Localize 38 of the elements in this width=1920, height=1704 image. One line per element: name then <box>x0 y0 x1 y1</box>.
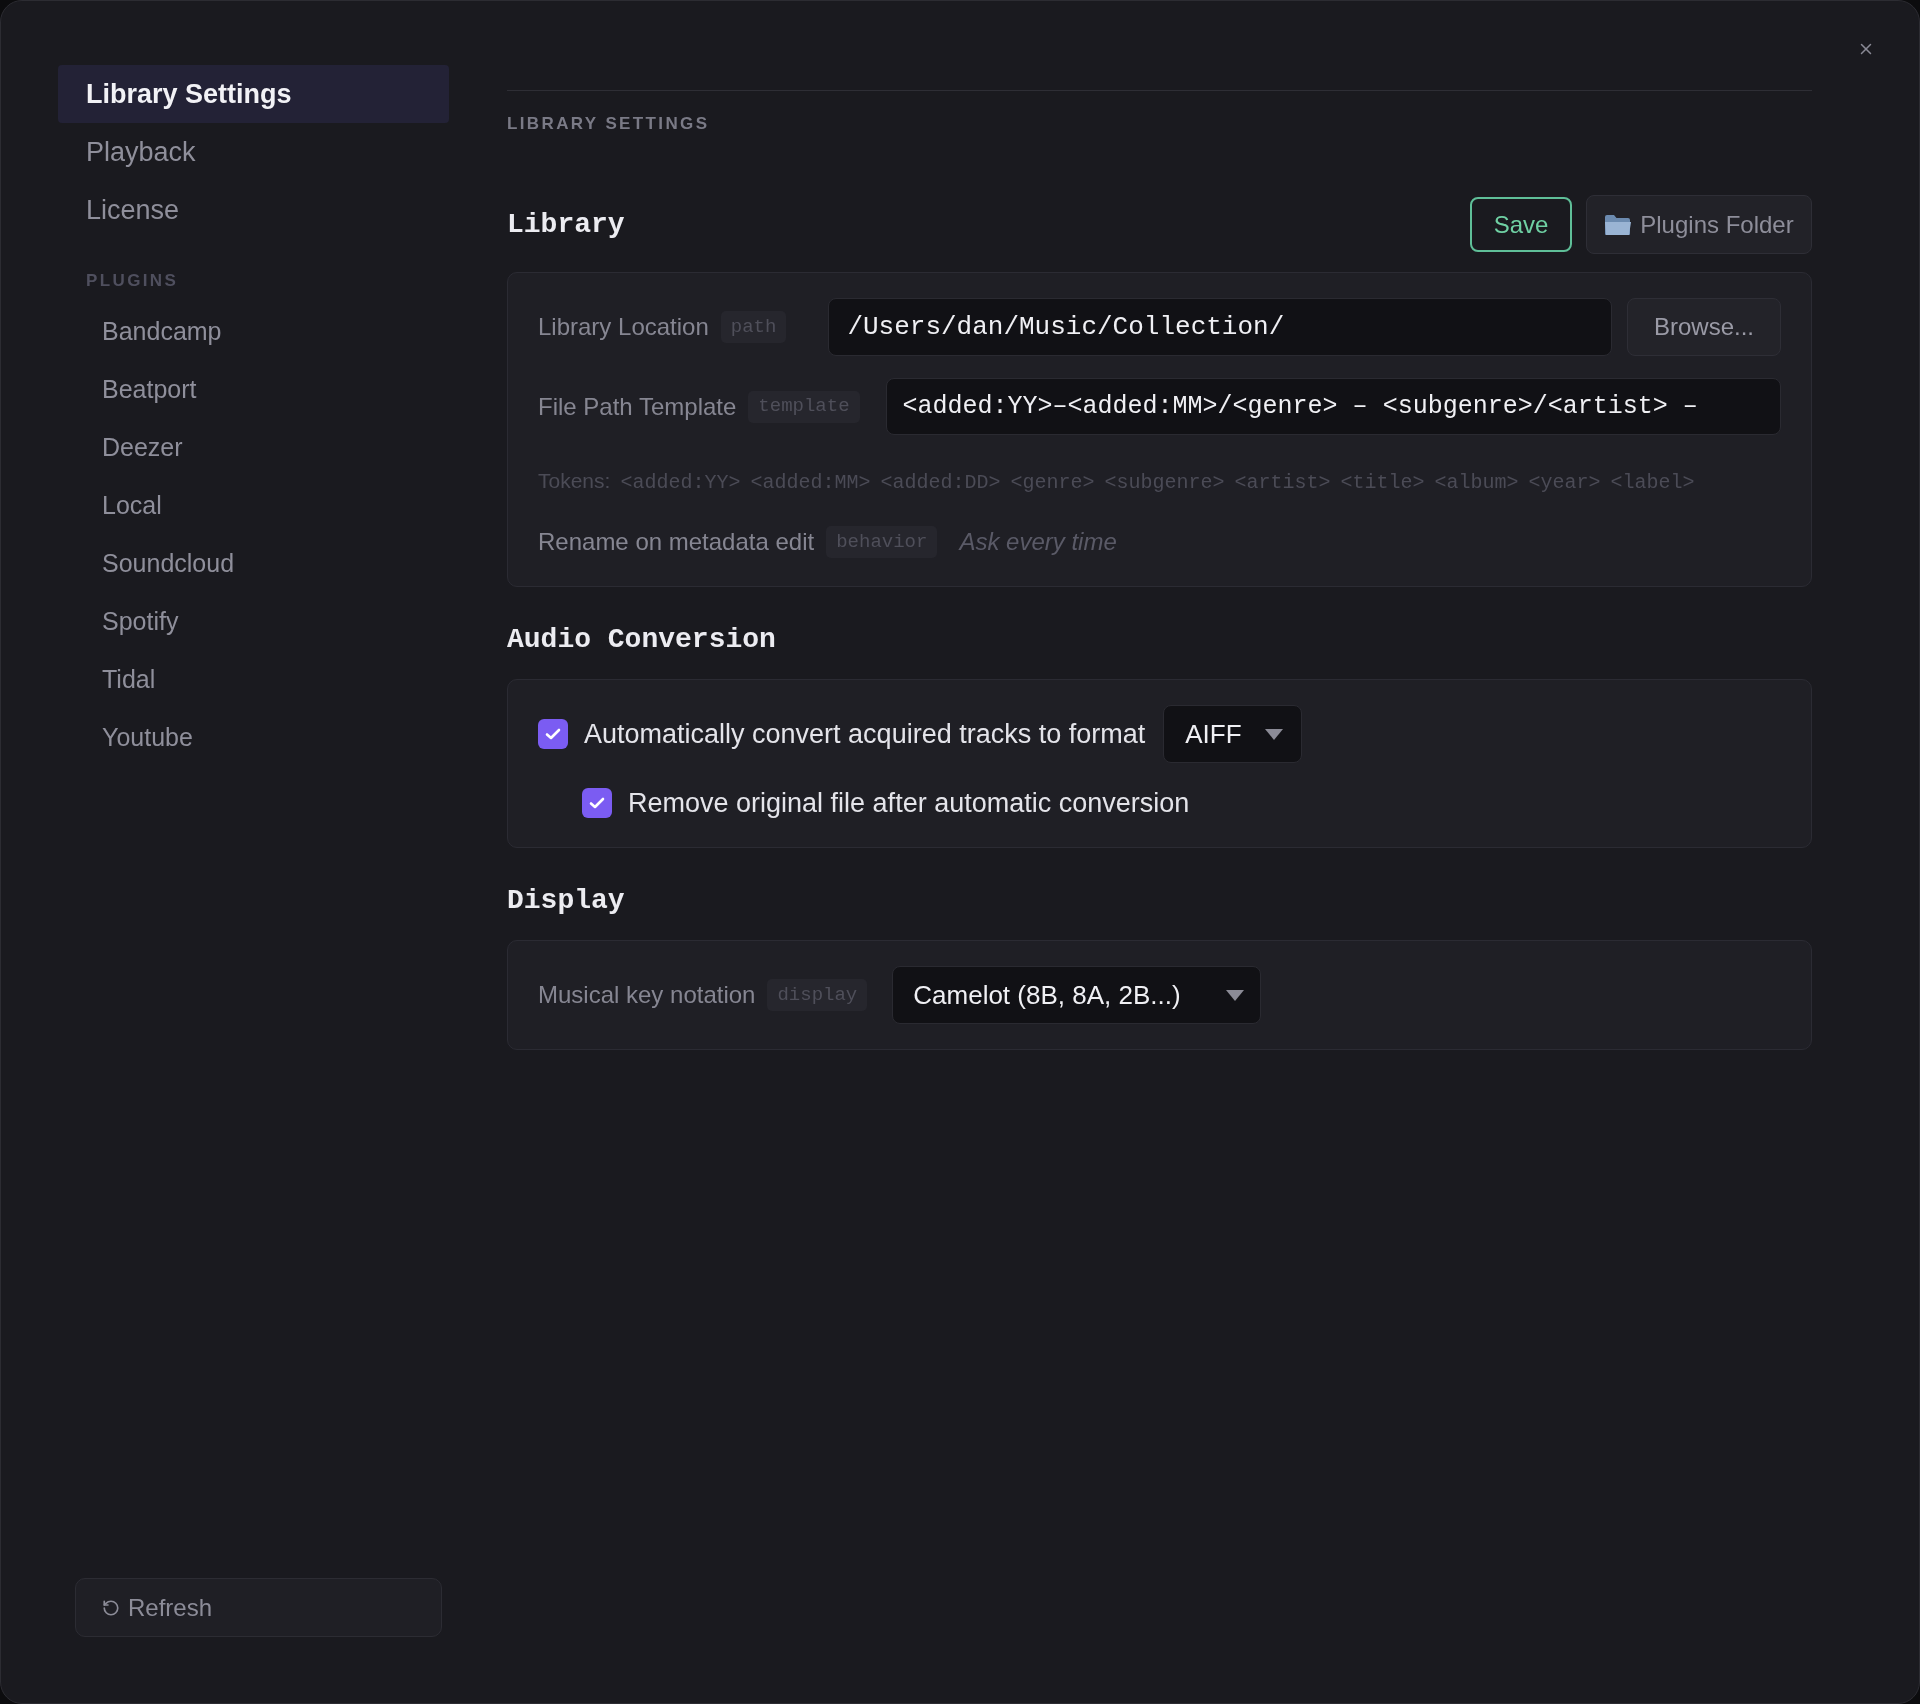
sidebar-item[interactable]: Deezer <box>58 419 449 477</box>
template-field[interactable]: <added:YY>–<added:MM>/<genre> – <subgenre>/<artist> – <box>885 378 1781 435</box>
sidebar-item[interactable]: Bandcamp <box>58 303 449 361</box>
sidebar-item[interactable]: Soundcloud <box>58 535 449 593</box>
section-heading: PLUGINS <box>85 270 180 292</box>
sidebar-item[interactable]: Spotify <box>58 593 449 651</box>
checkbox-label: Remove original file after automatic conversion <box>628 786 1190 820</box>
format-select[interactable]: AIFF <box>1163 705 1303 763</box>
sidebar-item[interactable]: Youtube <box>58 709 449 767</box>
section-title: Library <box>507 207 625 242</box>
refresh-icon <box>102 1598 120 1617</box>
browse-button[interactable]: Browse... <box>1627 298 1781 356</box>
page-title: LIBRARY SETTINGS <box>507 113 711 135</box>
sidebar-item[interactable]: Local <box>58 477 449 535</box>
checkbox[interactable] <box>538 719 568 749</box>
checkbox[interactable] <box>582 788 612 818</box>
caret-icon <box>1226 989 1245 1001</box>
key-notation-select[interactable]: Camelot (8B, 8A, 2B...) <box>892 966 1262 1024</box>
field-label: File Path Template <box>538 391 737 422</box>
sidebar-item[interactable]: License <box>58 181 449 239</box>
section-title: Audio Conversion <box>507 623 777 657</box>
field-label: Library Location <box>538 312 709 342</box>
checkbox-label: Automatically convert acquired tracks to format <box>584 717 1146 751</box>
section-title: Display <box>507 884 626 918</box>
check-icon <box>589 797 605 809</box>
field-label: Musical key notation <box>538 980 756 1010</box>
save-button[interactable]: Save <box>1470 197 1572 252</box>
field-label: Rename on metadata edit <box>538 527 815 557</box>
check-icon <box>545 728 561 740</box>
sidebar-item[interactable]: Tidal <box>58 651 449 709</box>
refresh-button[interactable]: Refresh <box>75 1578 442 1637</box>
caret-icon <box>1265 728 1284 740</box>
sidebar-item[interactable]: Library Settings <box>58 65 449 123</box>
sidebar-item[interactable]: Beatport <box>58 361 449 419</box>
sidebar-item[interactable]: Playback <box>58 123 449 181</box>
folder-icon <box>1604 212 1633 237</box>
plugins-folder-button[interactable]: Plugins Folder <box>1586 195 1812 254</box>
path-field[interactable]: /Users/dan/Music/Collection/ <box>828 298 1612 356</box>
